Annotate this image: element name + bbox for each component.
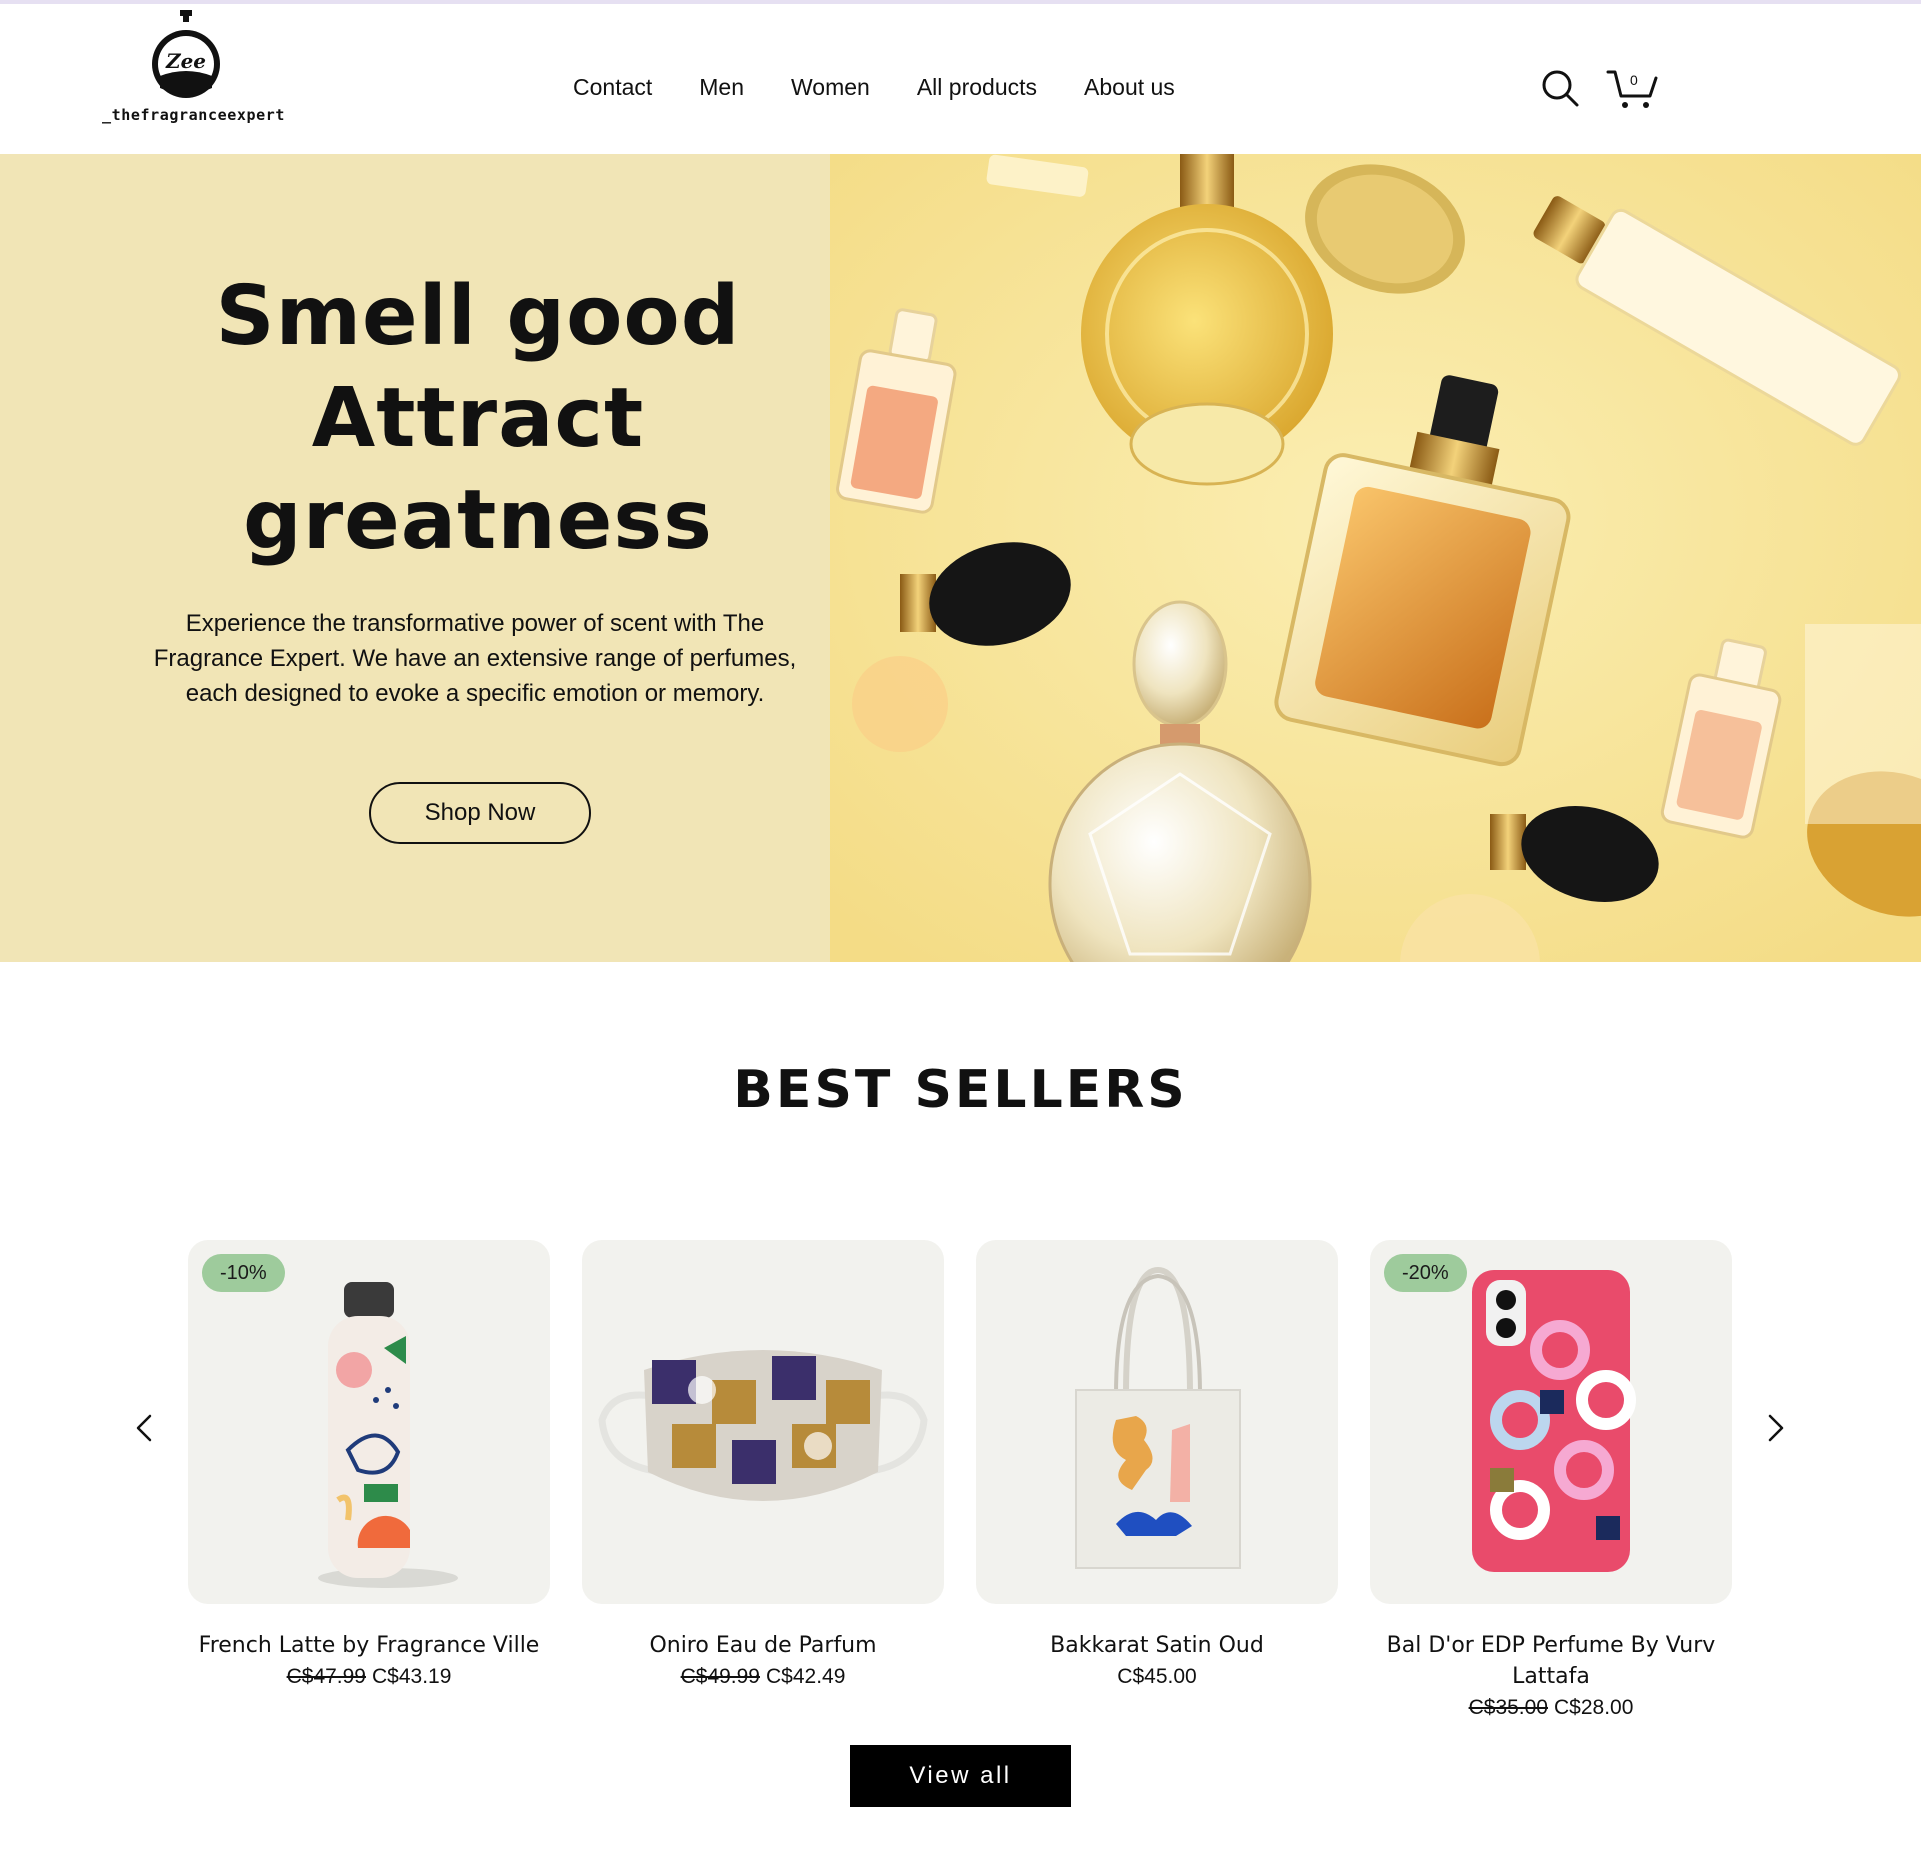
perfume-bottles-illustration: [830, 154, 1921, 962]
product-card[interactable]: Oniro Eau de Parfum C$49.99 C$42.49: [582, 1240, 944, 1689]
nav-item-men[interactable]: Men: [699, 74, 744, 101]
chevron-left-icon: [136, 1414, 152, 1442]
hero-text-panel: Smell good Attract greatness Experience …: [0, 154, 830, 962]
product-card[interactable]: Bakkarat Satin Oud C$45.00: [976, 1240, 1338, 1689]
hero-title-line-2: Attract: [311, 371, 645, 466]
svg-text:Zee: Zee: [165, 49, 206, 73]
tote-bag-image: [1075, 1266, 1241, 1569]
sale-price: C$42.49: [766, 1665, 846, 1688]
product-image[interactable]: [582, 1240, 944, 1604]
cart-count: 0: [1630, 72, 1638, 88]
original-price: C$49.99: [680, 1665, 760, 1688]
chevron-right-icon: [1768, 1414, 1784, 1442]
site-header: Zee _thefragranceexpert Contact Men Wome…: [0, 4, 1921, 154]
nav-item-all-products[interactable]: All products: [917, 74, 1037, 101]
product-price: C$45.00: [976, 1665, 1338, 1689]
hero-title: Smell good Attract greatness: [40, 266, 916, 572]
shop-now-button[interactable]: Shop Now: [369, 782, 591, 844]
main-nav: Contact Men Women All products About us: [573, 74, 1222, 101]
product-name[interactable]: Oniro Eau de Parfum: [582, 1630, 944, 1661]
product-name[interactable]: Bal D'or EDP Perfume By Vurv Lattafa: [1370, 1630, 1732, 1692]
view-all-button[interactable]: View all: [850, 1745, 1071, 1807]
product-image[interactable]: -20%: [1370, 1240, 1732, 1604]
sale-price: C$45.00: [1117, 1665, 1197, 1688]
product-image[interactable]: [976, 1240, 1338, 1604]
product-card[interactable]: -10% French Latte by Fragrance Ville C$4…: [188, 1240, 550, 1689]
search-button[interactable]: [1540, 68, 1580, 108]
best-sellers-title: BEST SELLERS: [733, 1060, 1188, 1120]
hero-title-line-1: Smell good: [215, 269, 741, 364]
product-name[interactable]: Bakkarat Satin Oud: [976, 1630, 1338, 1661]
product-price: C$49.99 C$42.49: [582, 1665, 944, 1689]
product-image[interactable]: -10%: [188, 1240, 550, 1604]
brand-name: _thefragranceexpert: [102, 106, 285, 124]
phone-case-image: [1472, 1270, 1636, 1572]
hero-section: Smell good Attract greatness Experience …: [0, 154, 1921, 962]
discount-badge: -10%: [202, 1254, 285, 1292]
water-bottle-image: [318, 1282, 458, 1588]
original-price: C$35.00: [1468, 1696, 1548, 1719]
perfume-logo-icon: Zee: [152, 10, 220, 98]
face-mask-image: [598, 1350, 928, 1501]
hero-image: [830, 154, 1921, 962]
product-price: C$35.00 C$28.00: [1370, 1696, 1732, 1720]
product-card[interactable]: -20% Bal D'or EDP Perfume By Vurv Lattaf…: [1370, 1240, 1732, 1720]
brand-logo[interactable]: Zee _thefragranceexpert: [102, 8, 285, 126]
sale-price: C$43.19: [372, 1665, 452, 1688]
hero-description: Experience the transformative power of s…: [153, 610, 797, 707]
hero-title-line-3: greatness: [243, 473, 713, 568]
nav-item-women[interactable]: Women: [791, 74, 870, 101]
product-name[interactable]: French Latte by Fragrance Ville: [188, 1630, 550, 1661]
nav-item-about-us[interactable]: About us: [1084, 74, 1175, 101]
discount-badge: -20%: [1384, 1254, 1467, 1292]
cart-button[interactable]: 0: [1606, 66, 1658, 110]
original-price: C$47.99: [286, 1665, 366, 1688]
carousel-prev-button[interactable]: [132, 1408, 156, 1448]
search-icon: [1542, 70, 1579, 107]
nav-item-contact[interactable]: Contact: [573, 74, 652, 101]
product-price: C$47.99 C$43.19: [188, 1665, 550, 1689]
carousel-next-button[interactable]: [1764, 1408, 1788, 1448]
sale-price: C$28.00: [1554, 1696, 1634, 1719]
